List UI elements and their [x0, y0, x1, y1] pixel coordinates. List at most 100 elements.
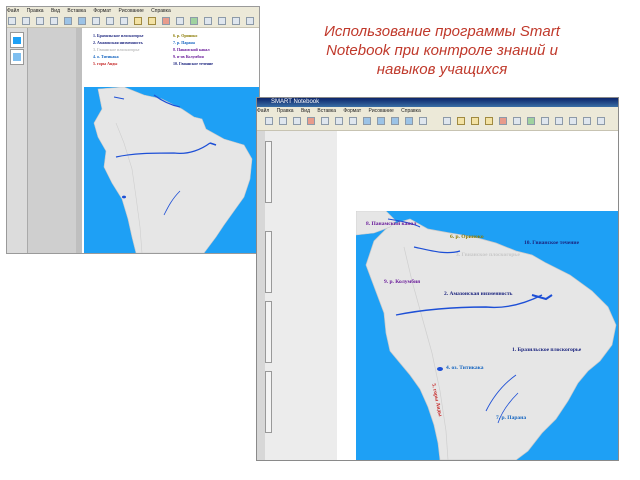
creative-pen-icon[interactable] — [471, 117, 479, 125]
text-icon[interactable] — [569, 117, 577, 125]
sidebar-gutter — [28, 28, 76, 253]
legend-item[interactable]: 2. Амазонская низменность — [93, 39, 143, 46]
eraser-icon[interactable] — [499, 117, 507, 125]
map-front[interactable]: 8. Панамский канал 6. р. Ориноко 10. Гви… — [355, 210, 618, 460]
delete-icon[interactable] — [307, 117, 315, 125]
map-label[interactable]: 4. оз. Титикака — [446, 365, 483, 371]
menu-insert[interactable]: Вставка — [67, 8, 86, 14]
text-icon[interactable] — [218, 17, 226, 25]
menu-file[interactable]: Файл — [257, 108, 269, 114]
display-icon[interactable] — [78, 17, 86, 25]
move-toolbar-icon[interactable] — [246, 17, 254, 25]
slide-title: Использование программы Smart Notebook п… — [292, 22, 592, 79]
south-america-map-front — [355, 210, 617, 460]
highlighter-icon[interactable] — [485, 117, 493, 125]
line-icon[interactable] — [513, 117, 521, 125]
magic-pen-icon[interactable] — [541, 117, 549, 125]
line-icon[interactable] — [176, 17, 184, 25]
creative-pen-icon[interactable] — [148, 17, 156, 25]
notebook-page: 1. Бразильское плоскогорье 2. Амазонская… — [82, 28, 259, 253]
menu-format[interactable]: Формат — [93, 8, 111, 14]
menu-view[interactable]: Вид — [301, 108, 310, 114]
legend-item[interactable]: 9. п-ов Колумбия — [173, 53, 213, 60]
toolbar — [257, 115, 618, 131]
menu-help[interactable]: Справка — [401, 108, 421, 114]
pen-icon[interactable] — [457, 117, 465, 125]
map-label[interactable]: 8. Панамский канал — [366, 221, 416, 227]
menu-help[interactable]: Справка — [151, 8, 171, 14]
legend-item[interactable]: 4. о. Титикака — [93, 53, 143, 60]
legend-item[interactable]: 6. р. Ориноко — [173, 32, 213, 39]
menu-insert[interactable]: Вставка — [317, 108, 336, 114]
select-arrow-icon[interactable] — [443, 117, 451, 125]
forward-icon[interactable] — [22, 17, 30, 25]
properties-icon[interactable] — [583, 117, 591, 125]
menu-draw[interactable]: Рисование — [369, 108, 394, 114]
eraser-icon[interactable] — [162, 17, 170, 25]
map-label[interactable]: 1. Бразильское плоскогорье — [512, 347, 581, 353]
camera-icon[interactable] — [106, 17, 114, 25]
south-america-map-back — [93, 86, 253, 253]
menu-view[interactable]: Вид — [51, 8, 60, 14]
legend-item[interactable]: 3. Гвианское плоскогорье — [93, 46, 143, 53]
slide-title-line: Notebook при контроле знаний и — [326, 42, 558, 59]
properties-icon[interactable] — [232, 17, 240, 25]
delete-icon[interactable] — [50, 17, 58, 25]
shapes-icon[interactable] — [527, 117, 535, 125]
map-label[interactable]: 6. р. Ориноко — [450, 234, 484, 240]
display-icon[interactable] — [377, 117, 385, 125]
notebook-page: 8. Панамский канал 6. р. Ориноко 10. Гви… — [337, 131, 618, 460]
fill-icon[interactable] — [204, 17, 212, 25]
select-arrow-icon[interactable] — [120, 17, 128, 25]
legend-item[interactable]: 8. Панамский канал — [173, 46, 213, 53]
page-thumbnail[interactable] — [265, 371, 272, 433]
menu-bar: Файл Правка Вид Вставка Формат Рисование… — [7, 7, 259, 15]
pen-icon[interactable] — [134, 17, 142, 25]
back-icon[interactable] — [265, 117, 273, 125]
legend-item[interactable]: 10. Гвианское течение — [173, 60, 213, 67]
notebook-window-back: Файл Правка Вид Вставка Формат Рисование… — [6, 6, 260, 254]
legend-item[interactable]: 1. Бразильское плоскогорье — [93, 32, 143, 39]
map-label[interactable]: 7. р. Парана — [496, 415, 526, 421]
table-icon[interactable] — [391, 117, 399, 125]
separator-icon — [433, 117, 437, 125]
page-thumbnail[interactable] — [10, 32, 24, 48]
redo-icon[interactable] — [335, 117, 343, 125]
clear-icon[interactable] — [349, 117, 357, 125]
forward-icon[interactable] — [279, 117, 287, 125]
legend-item[interactable]: 5. горы Анды — [93, 60, 143, 67]
map-label[interactable]: 9. р. Колумбия — [384, 279, 420, 285]
slide-title-line: навыков учащихся — [376, 61, 508, 78]
page-thumbnail[interactable] — [265, 231, 272, 293]
menu-format[interactable]: Формат — [343, 108, 361, 114]
screen-shade-icon[interactable] — [363, 117, 371, 125]
map-label[interactable]: 2. Амазонская низменность — [444, 291, 512, 297]
menu-bar: Файл Правка Вид Вставка Формат Рисование… — [257, 107, 618, 115]
map-label[interactable]: 3. Гвианское плоскогорье — [456, 252, 520, 258]
document-camera-icon[interactable] — [419, 117, 427, 125]
page-thumbnail[interactable] — [265, 301, 272, 363]
toolbar — [7, 15, 259, 28]
page-thumbnail[interactable] — [10, 49, 24, 65]
menu-edit[interactable]: Правка — [27, 8, 44, 14]
shapes-icon[interactable] — [190, 17, 198, 25]
undo-icon[interactable] — [321, 117, 329, 125]
map-back[interactable] — [84, 86, 259, 253]
menu-edit[interactable]: Правка — [277, 108, 294, 114]
window-title-bar[interactable]: SMART Notebook — [257, 98, 618, 107]
legend-left: 1. Бразильское плоскогорье 2. Амазонская… — [93, 32, 143, 67]
fill-icon[interactable] — [555, 117, 563, 125]
back-icon[interactable] — [8, 17, 16, 25]
legend-item[interactable]: 7. р. Парана — [173, 39, 213, 46]
add-page-icon[interactable] — [36, 17, 44, 25]
menu-draw[interactable]: Рисование — [119, 8, 144, 14]
menu-file[interactable]: Файл — [7, 8, 19, 14]
map-label[interactable]: 10. Гвианское течение — [524, 240, 579, 246]
table-icon[interactable] — [92, 17, 100, 25]
add-page-icon[interactable] — [293, 117, 301, 125]
legend-right: 6. р. Ориноко 7. р. Парана 8. Панамский … — [173, 32, 213, 67]
move-toolbar-icon[interactable] — [597, 117, 605, 125]
page-thumbnail[interactable] — [265, 141, 272, 203]
screen-shade-icon[interactable] — [64, 17, 72, 25]
camera-icon[interactable] — [405, 117, 413, 125]
